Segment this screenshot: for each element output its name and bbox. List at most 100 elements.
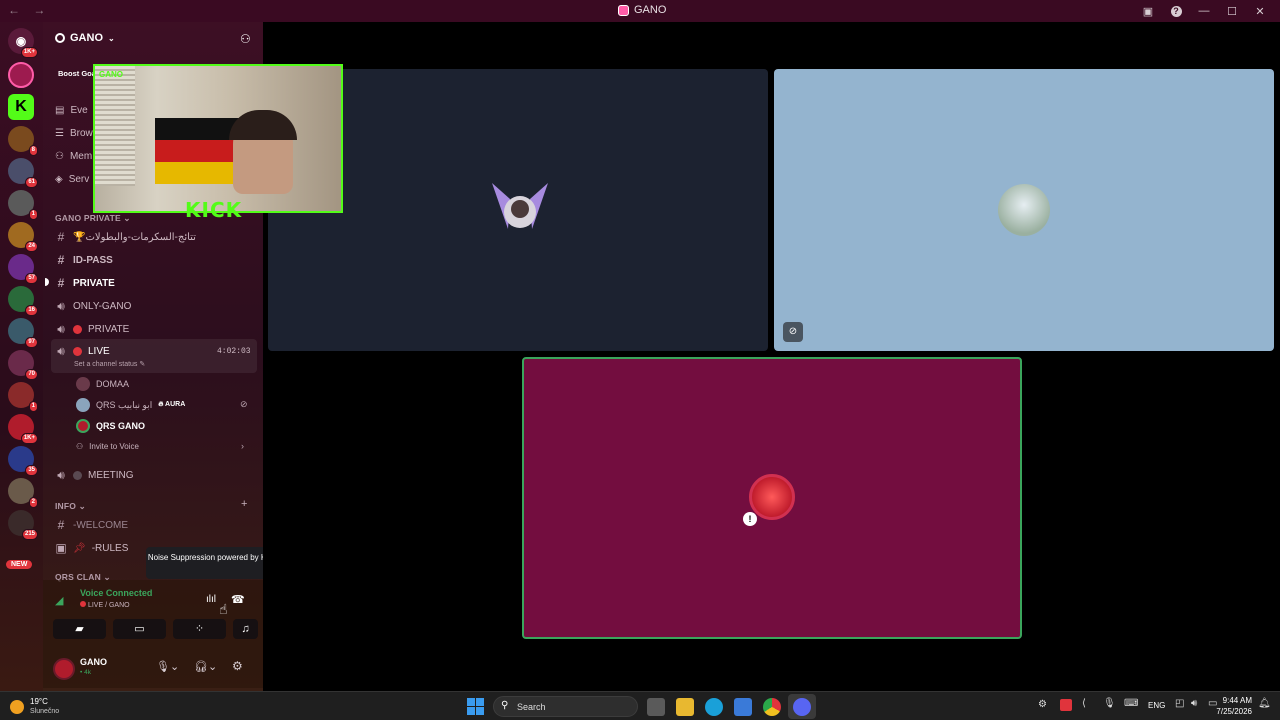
- server-icon-1[interactable]: ◉ 1K+: [8, 28, 38, 58]
- add-user-icon[interactable]: ⚇: [240, 32, 251, 46]
- server-header[interactable]: GANO ⌄: [55, 32, 115, 44]
- steam-icon[interactable]: ⚙: [1038, 699, 1047, 710]
- nav-browse[interactable]: ☰ Brow: [55, 128, 93, 139]
- server-badge: 1K+: [20, 47, 38, 58]
- microphone-icon[interactable]: 🎙︎⌄: [156, 660, 179, 673]
- screen-share-button[interactable]: ▭: [113, 619, 166, 639]
- close-icon[interactable]: ✕: [1246, 2, 1274, 20]
- tray-app-icon[interactable]: [1060, 699, 1072, 711]
- avatar: [76, 377, 90, 391]
- server-icon-11[interactable]: 70: [8, 350, 38, 380]
- participant-tile-1[interactable]: [268, 69, 768, 351]
- settings-gear-icon[interactable]: ⚙: [232, 659, 243, 673]
- channel-only-gano[interactable]: 🔊︎ ONLY-GANO: [55, 299, 131, 314]
- nav-events[interactable]: ▤ Eve: [55, 105, 88, 116]
- nav-members[interactable]: ⚇ Mem: [55, 151, 92, 162]
- mouse-cursor: ☝︎: [219, 601, 228, 617]
- back-icon[interactable]: ←: [8, 3, 20, 17]
- channel-private-voice[interactable]: 🔊︎ PRIVATE: [55, 322, 129, 337]
- language-indicator[interactable]: ENG: [1148, 701, 1165, 710]
- weather-temp[interactable]: 19°C: [30, 697, 48, 706]
- discord-icon[interactable]: [793, 698, 811, 716]
- invite-icon: ⚇: [76, 442, 84, 451]
- inbox-icon[interactable]: ▣: [1134, 2, 1162, 20]
- server-icon-13[interactable]: 1K+: [8, 414, 38, 444]
- category-gano-private[interactable]: GANO PRIVATE ⌄: [55, 213, 131, 224]
- tray-mic-icon[interactable]: 🎙︎: [1103, 698, 1116, 709]
- participant-avatar-speaking: [749, 474, 795, 520]
- server-icon-5[interactable]: 61: [8, 158, 38, 188]
- clock-time[interactable]: 9:44 AM: [1216, 696, 1252, 705]
- noise-suppression-icon[interactable]: ılıl: [206, 594, 216, 605]
- participant-tile-2[interactable]: ⊘: [774, 69, 1274, 351]
- server-icon-4[interactable]: 8: [8, 126, 38, 156]
- chrome-icon[interactable]: [763, 698, 781, 716]
- forward-icon[interactable]: →: [33, 3, 45, 17]
- server-icon-16[interactable]: 215: [8, 510, 38, 540]
- help-icon[interactable]: ?: [1162, 2, 1190, 20]
- maximize-icon[interactable]: ☐: [1218, 2, 1246, 20]
- channel-results[interactable]: # 🏆تتائج-السكرمات-والبطولات: [55, 230, 196, 244]
- server-icon-2[interactable]: [8, 62, 34, 88]
- channel-live[interactable]: 🔊︎ LIVE: [55, 344, 109, 359]
- tooltip: Noise Suppression powered by Krisp: [146, 547, 281, 579]
- soundboard-icon: ♫: [241, 623, 250, 635]
- keyboard-icon[interactable]: ⌨: [1124, 698, 1138, 709]
- file-explorer-icon[interactable]: [676, 698, 694, 716]
- activities-button[interactable]: ⁘: [173, 619, 226, 639]
- calendar-icon: ▤: [55, 105, 65, 116]
- participant-tile-speaking[interactable]: !: [522, 357, 1022, 639]
- disconnect-icon[interactable]: ☎︎: [231, 593, 245, 606]
- nav-server-guide[interactable]: ◈ Serv: [55, 174, 89, 185]
- server-icon-6[interactable]: 1: [8, 190, 38, 220]
- signal-icon: ◢: [55, 595, 64, 607]
- channel-rules[interactable]: ▣ 📌︎ -RULES: [55, 541, 128, 555]
- weather-desc[interactable]: Slunečno: [30, 708, 59, 715]
- soundboard-button[interactable]: ♫: [233, 619, 258, 639]
- server-icon-8[interactable]: 57: [8, 254, 38, 284]
- store-icon[interactable]: [734, 698, 752, 716]
- channel-welcome[interactable]: # -WELCOME: [55, 518, 128, 532]
- new-badge[interactable]: NEW: [6, 560, 33, 569]
- server-icon-15[interactable]: 2: [8, 478, 38, 508]
- boost-goal[interactable]: Boost Goa: [58, 69, 96, 78]
- voice-status[interactable]: Voice Connected: [80, 588, 152, 598]
- network-icon[interactable]: ◰: [1175, 698, 1184, 709]
- task-view-icon[interactable]: [647, 698, 665, 716]
- aura-tag: 🔥︎ AURA: [158, 401, 186, 408]
- tray-arrow-icon[interactable]: ⟨: [1082, 698, 1086, 709]
- channel-private-text[interactable]: # PRIVATE: [55, 276, 115, 290]
- add-channel-icon[interactable]: +: [241, 498, 247, 510]
- edge-icon[interactable]: [705, 698, 723, 716]
- volume-icon[interactable]: 🔊︎: [1191, 698, 1197, 709]
- camera-button[interactable]: ▰: [53, 619, 106, 639]
- headphones-icon[interactable]: 🎧︎⌄: [194, 660, 217, 673]
- webcam-overlay: KICK GANO: [93, 64, 343, 222]
- category-info[interactable]: INFO ⌄: [55, 501, 86, 512]
- taskbar-search[interactable]: ⚲ Search: [493, 696, 638, 717]
- server-icon-10[interactable]: 97: [8, 318, 38, 348]
- server-icon-kick[interactable]: K: [8, 94, 34, 120]
- hash-icon: #: [57, 253, 65, 267]
- windows-start-icon[interactable]: [467, 698, 484, 715]
- user-avatar[interactable]: [53, 658, 75, 680]
- minimize-icon[interactable]: —: [1190, 2, 1218, 20]
- server-icon-9[interactable]: 16: [8, 286, 38, 316]
- clock-date[interactable]: 7/25/2026: [1210, 707, 1252, 716]
- channel-meeting[interactable]: 🔊︎ MEETING: [55, 468, 133, 483]
- member-domaa[interactable]: DOMAA: [76, 377, 129, 391]
- server-badge: 35: [25, 465, 38, 476]
- channel-id-pass[interactable]: # ID-PASS: [55, 253, 113, 267]
- streamer-hair: [229, 110, 297, 140]
- server-icon-14[interactable]: 35: [8, 446, 38, 476]
- notification-bell-icon[interactable]: 🔔︎: [1258, 698, 1271, 709]
- member-qrs-gano[interactable]: QRS GANO: [76, 419, 145, 433]
- member-qrs-nababeeb[interactable]: QRS ابو نبابيب 🔥︎ AURA: [76, 398, 185, 412]
- muted-icon: ⊘: [240, 399, 248, 409]
- invite-to-voice[interactable]: ⚇ Invite to Voice: [76, 442, 139, 451]
- server-icon-7[interactable]: 24: [8, 222, 38, 252]
- voice-location[interactable]: LIVE / GANO: [80, 601, 130, 609]
- channel-status[interactable]: Set a channel status ✎: [74, 360, 145, 368]
- server-icon-12[interactable]: 1: [8, 382, 38, 412]
- activities-icon: ⁘: [194, 623, 205, 635]
